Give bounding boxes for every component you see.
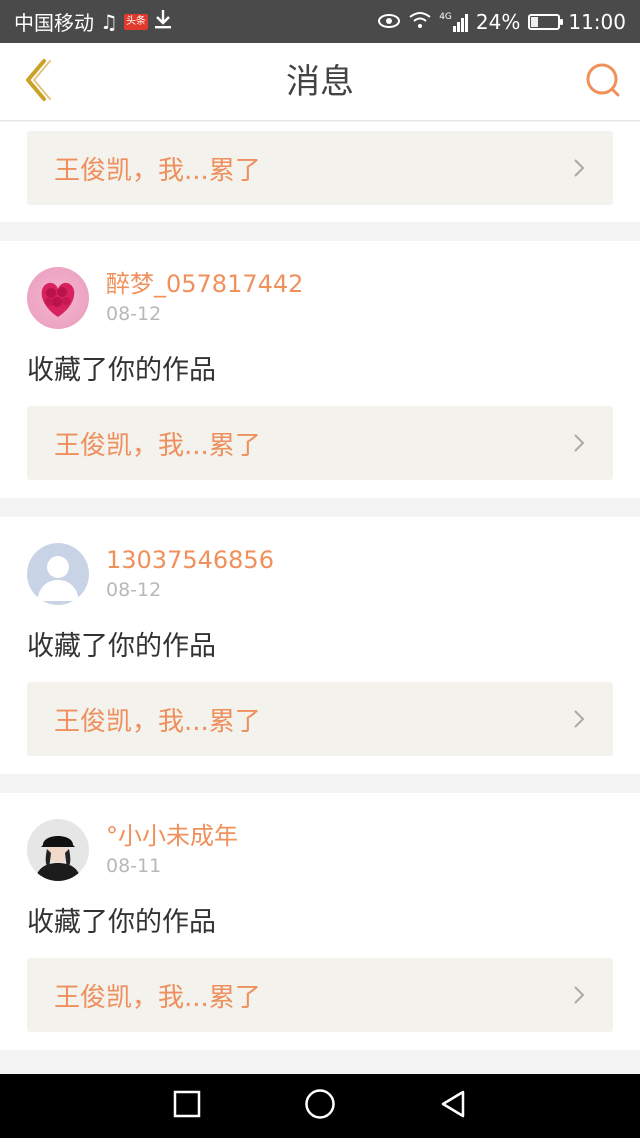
avatar[interactable] [27,543,89,605]
user-row: °小小未成年 08-11 [27,819,613,881]
header-bar: 消息 [0,43,640,121]
user-meta: °小小未成年 08-11 [106,819,238,881]
work-title: 王俊凯，我...累了 [54,155,261,186]
status-bar: 中国移动 ♫ 头条 4G 24% + 11:00 [0,0,640,43]
chevron-right-icon [571,707,587,731]
chevron-right-icon [571,983,587,1007]
card-divider [0,774,640,793]
back-button[interactable] [14,57,58,107]
user-meta: 13037546856 08-12 [106,543,274,605]
page-title: 消息 [286,62,354,102]
avatar[interactable] [27,819,89,881]
card-divider [0,1050,640,1069]
message-list[interactable]: 王俊凯，我...累了 醉梦_057817442 08-12 收藏了你的作品 王俊… [0,122,640,1069]
message-date: 08-12 [106,303,162,325]
search-button[interactable] [580,59,626,105]
carrier-name: 中国移动 [14,11,94,35]
message-card: 醉梦_057817442 08-12 收藏了你的作品 王俊凯，我...累了 [0,241,640,498]
girl-cap-avatar [27,819,89,881]
recent-apps-button[interactable] [157,1076,217,1136]
username[interactable]: °小小未成年 [106,822,238,850]
system-nav-bar [0,1074,640,1138]
card-divider [0,498,640,517]
battery-fill [531,16,539,27]
username[interactable]: 13037546856 [106,546,274,574]
status-right: 4G 24% + 11:00 [377,10,626,34]
message-card-partial: 王俊凯，我...累了 [0,122,640,222]
chevron-right-icon [571,431,587,455]
message-date: 08-11 [106,855,162,877]
home-icon [304,1088,336,1124]
clock: 11:00 [568,9,626,34]
signal-icon: 4G [439,12,468,32]
chevron-right-icon [571,156,587,180]
search-icon [584,61,622,103]
user-meta: 醉梦_057817442 08-12 [106,267,303,329]
card-divider [0,222,640,241]
message-card: 13037546856 08-12 收藏了你的作品 王俊凯，我...累了 [0,517,640,774]
rose-heart-avatar [27,267,89,329]
download-icon [154,9,172,34]
network-type: 4G [439,11,452,22]
user-row: 13037546856 08-12 [27,543,613,605]
username[interactable]: 醉梦_057817442 [106,270,303,298]
battery-percent: 24% [475,9,521,34]
recent-apps-icon [173,1090,201,1122]
work-link[interactable]: 王俊凯，我...累了 [27,406,613,480]
home-button[interactable] [290,1076,350,1136]
work-title: 王俊凯，我...累了 [54,706,261,737]
message-card: °小小未成年 08-11 收藏了你的作品 王俊凯，我...累了 [0,793,640,1050]
message-date: 08-12 [106,579,162,601]
charging-plus-icon: + [539,14,550,29]
action-text: 收藏了你的作品 [27,907,216,938]
work-link[interactable]: 王俊凯，我...累了 [27,682,613,756]
work-link[interactable]: 王俊凯，我...累了 [27,958,613,1032]
wifi-icon [409,10,431,34]
work-link[interactable]: 王俊凯，我...累了 [27,131,613,205]
default-person-avatar [27,543,89,605]
chevron-left-icon [20,57,52,107]
work-title: 王俊凯，我...累了 [54,430,261,461]
status-left: 中国移动 ♫ 头条 [14,7,172,36]
system-back-button[interactable] [423,1076,483,1136]
work-title: 王俊凯，我...累了 [54,982,261,1013]
user-row: 醉梦_057817442 08-12 [27,267,613,329]
news-app-icon: 头条 [123,13,148,30]
action-text: 收藏了你的作品 [27,355,216,386]
battery-icon: + [528,13,564,30]
music-note-icon: ♫ [100,9,118,34]
avatar[interactable] [27,267,89,329]
eye-icon [377,10,401,34]
back-triangle-icon [439,1089,467,1123]
action-text: 收藏了你的作品 [27,631,216,662]
